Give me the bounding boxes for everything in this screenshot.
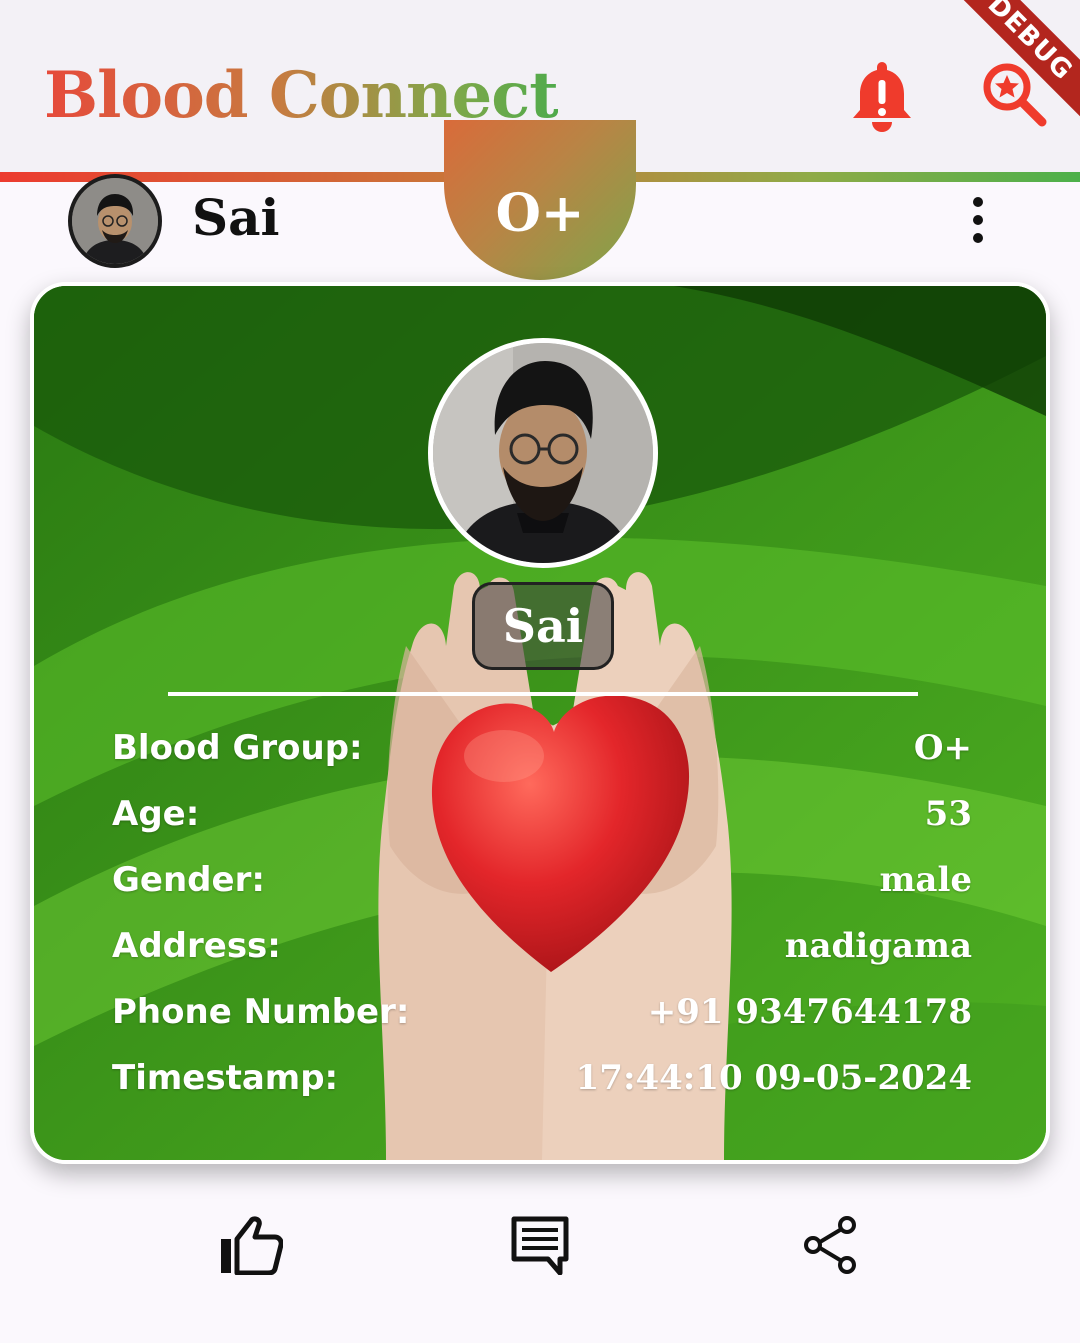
field-label: Timestamp: bbox=[112, 1058, 339, 1098]
share-icon bbox=[804, 1216, 856, 1274]
comment-icon bbox=[511, 1216, 569, 1275]
field-value: nadigama bbox=[784, 926, 972, 966]
avatar[interactable] bbox=[68, 174, 162, 268]
like-button[interactable] bbox=[216, 1210, 286, 1280]
notifications-button[interactable] bbox=[846, 56, 918, 136]
field-value: 53 bbox=[924, 794, 972, 834]
donor-card[interactable]: Sai Blood Group: O+ Age: 53 Gender: male… bbox=[30, 282, 1050, 1164]
comment-button[interactable] bbox=[505, 1210, 575, 1280]
field-label: Gender: bbox=[112, 860, 265, 900]
field-label: Blood Group: bbox=[112, 728, 363, 768]
more-vertical-icon bbox=[973, 197, 983, 243]
field-value: O+ bbox=[913, 728, 972, 768]
avatar-image bbox=[72, 178, 158, 264]
field-value: male bbox=[879, 860, 972, 900]
more-options-button[interactable] bbox=[958, 192, 998, 248]
field-value[interactable]: +91 9347644178 bbox=[648, 992, 972, 1032]
bell-alert-icon bbox=[853, 62, 911, 132]
field-address: Address: nadigama bbox=[112, 918, 972, 974]
field-label: Address: bbox=[112, 926, 281, 966]
profile-photo[interactable] bbox=[428, 338, 658, 568]
field-phone-number: Phone Number: +91 9347644178 bbox=[112, 984, 972, 1040]
field-blood-group: Blood Group: O+ bbox=[112, 720, 972, 776]
card-divider bbox=[168, 692, 918, 696]
field-label: Age: bbox=[112, 794, 200, 834]
blood-group-badge-label: O+ bbox=[495, 183, 585, 244]
blood-group-badge: O+ bbox=[444, 120, 636, 280]
post-user-name[interactable]: Sai bbox=[192, 188, 280, 247]
donor-name-chip: Sai bbox=[472, 582, 614, 670]
profile-photo-image bbox=[433, 343, 653, 563]
field-age: Age: 53 bbox=[112, 786, 972, 842]
field-value: 17:44:10 09-05-2024 bbox=[575, 1058, 972, 1098]
thumb-up-icon bbox=[221, 1216, 283, 1275]
field-gender: Gender: male bbox=[112, 852, 972, 908]
field-label: Phone Number: bbox=[112, 992, 410, 1032]
share-button[interactable] bbox=[794, 1210, 864, 1280]
field-timestamp: Timestamp: 17:44:10 09-05-2024 bbox=[112, 1050, 972, 1106]
